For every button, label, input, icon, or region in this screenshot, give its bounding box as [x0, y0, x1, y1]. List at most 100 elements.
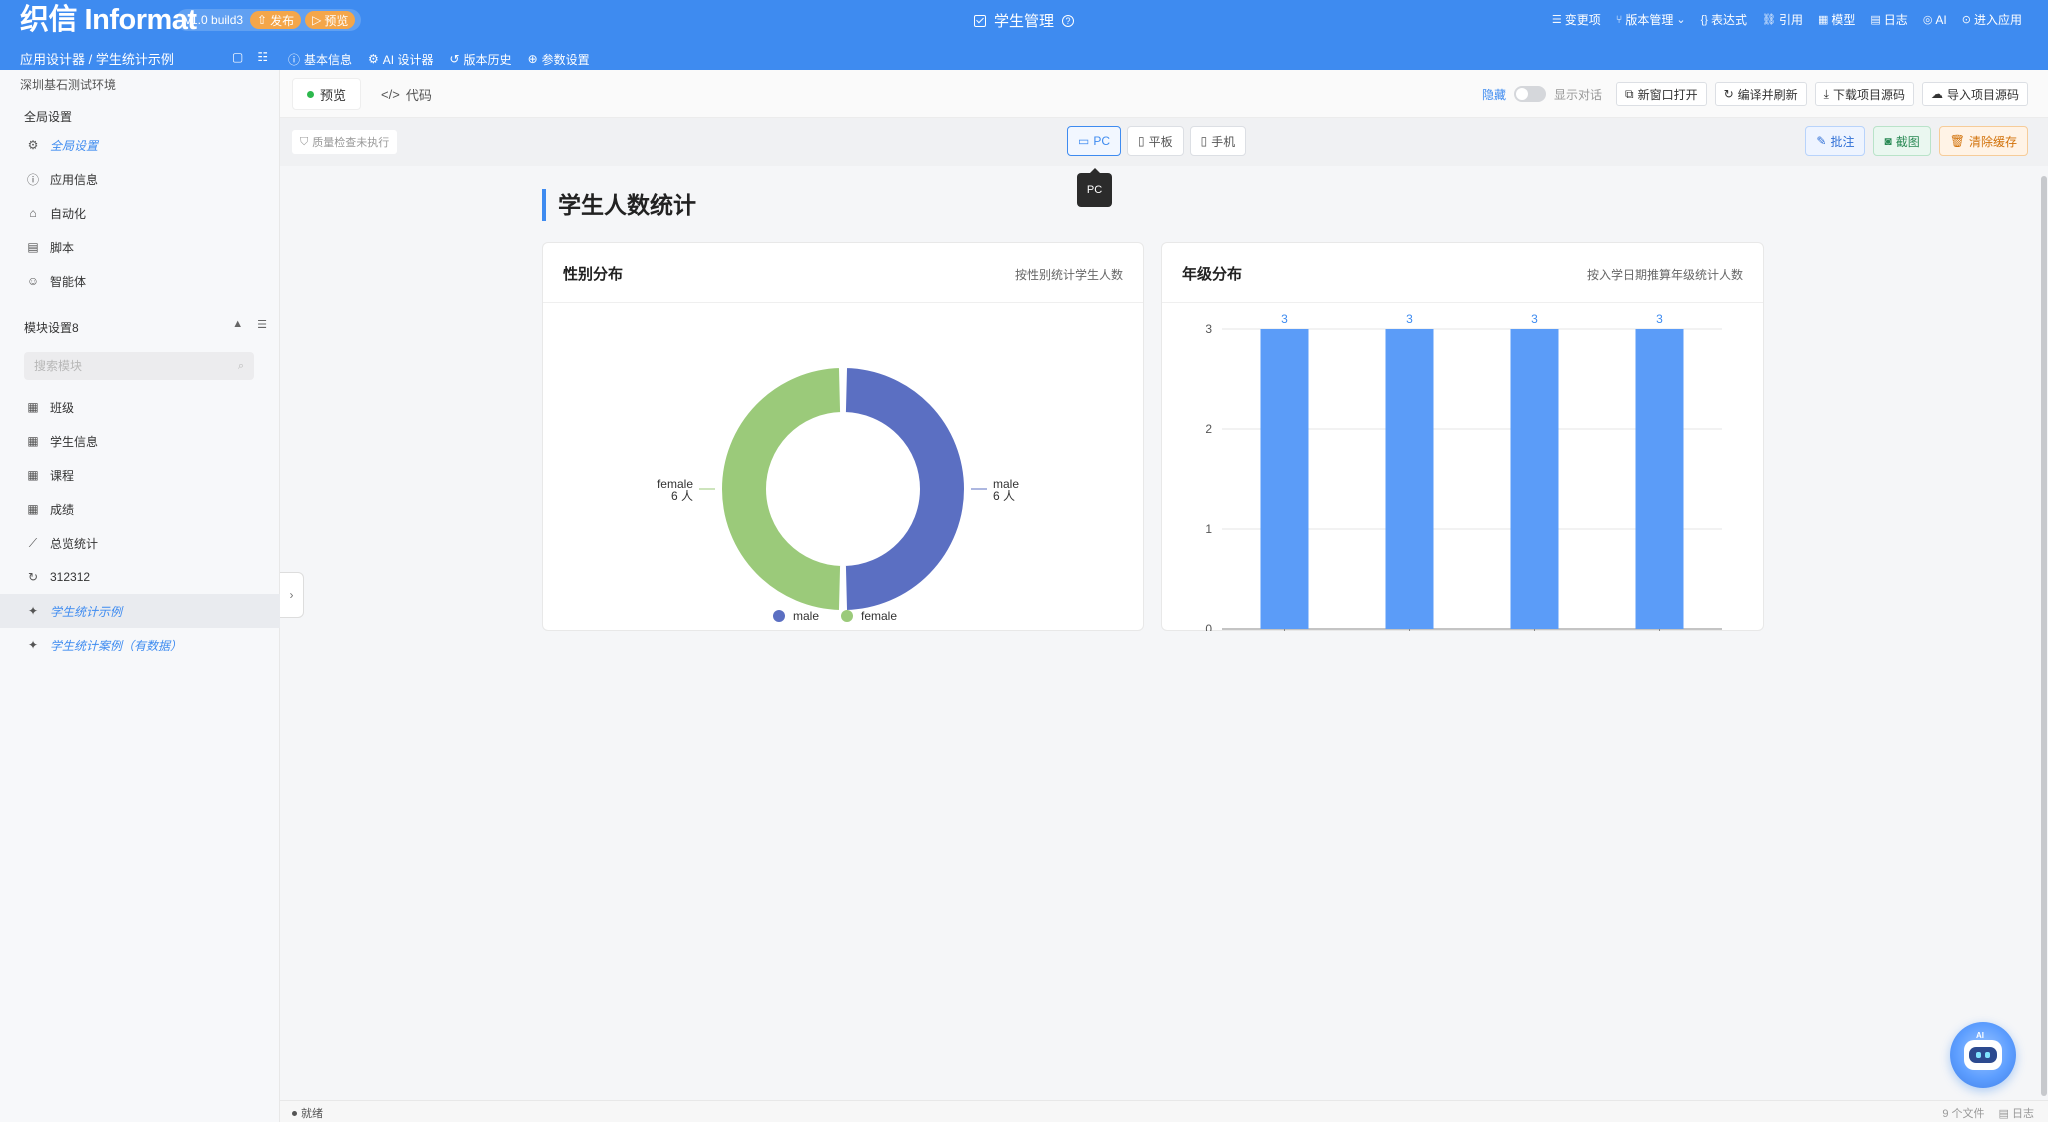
collapse-all-icon[interactable]: ▲ — [232, 318, 243, 331]
outline-icon[interactable]: ☷ — [257, 50, 268, 64]
changes-link[interactable]: ☰ 变更项 — [1552, 11, 1601, 28]
sidebar-item-course[interactable]: ▦ 课程 — [0, 458, 280, 492]
sidebar-item-grades[interactable]: ▦ 成绩 — [0, 492, 280, 526]
gender-card-subtitle: 按性别统计学生人数 — [1014, 268, 1123, 282]
import-source-button[interactable]: ☁ 导入项目源码 — [1921, 82, 2028, 106]
show-dialog-label: 显示对话 — [1553, 87, 1602, 102]
sidebar-item-student-stats-case[interactable]: ✦ 学生统计案例（有数据） — [0, 628, 280, 662]
phone-icon: ▯ — [1200, 134, 1208, 148]
bar-4年级 — [1635, 329, 1684, 629]
module-search-input[interactable] — [34, 359, 224, 373]
sidebar-item-global-settings[interactable]: ⚙ 全局设置 — [0, 128, 280, 162]
ai-assistant-button[interactable]: AI — [1950, 1022, 2016, 1088]
sidebar-item-312312[interactable]: ↻ 312312 — [0, 560, 280, 594]
device-pc-button[interactable]: ▭ PC — [1067, 126, 1122, 156]
trash-icon: 🗑 — [1949, 134, 1965, 148]
screenshot-button[interactable]: ◙ 截图 — [1873, 126, 1931, 156]
mode-tabs: 预览 </> 代码 — [292, 78, 446, 110]
bar-value-label: 3 — [1406, 312, 1413, 326]
reference-link[interactable]: ⛓ 引用 — [1762, 11, 1803, 28]
search-icon[interactable]: ⌕ — [238, 360, 244, 373]
enter-app-link[interactable]: ⊙ 进入应用 — [1962, 11, 2022, 28]
expression-link[interactable]: {} 表达式 — [1701, 11, 1747, 28]
sidebar-item-class[interactable]: ▦ 班级 — [0, 390, 280, 424]
help-icon[interactable]: ? — [1062, 14, 1074, 27]
tab-version-history[interactable]: ↺ 版本历史 — [449, 49, 511, 69]
app-header: 织信 Informat v1.0 build3 ⇧ 发布 ▷ 预览 学生管理 ? ☰… — [0, 0, 2048, 72]
tab-code[interactable]: </> 代码 — [367, 78, 446, 110]
sidebar-item-automation[interactable]: ⌂ 自动化 — [0, 196, 280, 230]
code-icon: </> — [381, 86, 400, 102]
cloud-upload-icon: ☁ — [1930, 87, 1943, 101]
open-new-window-button[interactable]: ⧉ 新窗口打开 — [1615, 82, 1707, 106]
gender-card-title: 性别分布 — [563, 266, 624, 283]
sidebar-toggle-button[interactable]: › — [280, 572, 304, 618]
sidebar-item-overview[interactable]: ⟋ 总览统计 — [0, 526, 280, 560]
robot-icon: AI — [1964, 1031, 2002, 1070]
clear-cache-button[interactable]: 🗑 清除缓存 — [1938, 126, 2028, 156]
module-settings-heading: 模块设置8 — [24, 321, 79, 335]
version-manage-link[interactable]: ⑂ 版本管理 ⌄ — [1616, 11, 1686, 28]
checkbox-icon — [973, 14, 986, 27]
hide-label[interactable]: 隐藏 — [1482, 86, 1506, 103]
quality-check-badge[interactable]: ⛉ 质量检查未执行 — [292, 130, 398, 154]
download-source-button[interactable]: ⤓ 下载项目源码 — [1814, 82, 1914, 106]
grade-card-title: 年级分布 — [1182, 266, 1243, 283]
grade-card-header: 年级分布 按入学日期推算年级统计人数 — [1162, 243, 1763, 303]
device-tooltip: PC — [1077, 168, 1112, 207]
sidebar-item-student-stats-example[interactable]: ✦ 学生统计示例 — [0, 594, 280, 628]
link-icon: ⛓ — [1761, 14, 1776, 26]
preview-canvas: 学生人数统计 性别分布 按性别统计学生人数 male 6 人 female 6 人 ma… — [280, 166, 2048, 1100]
legend-marker-male — [773, 610, 785, 622]
gender-card-header: 性别分布 按性别统计学生人数 — [543, 243, 1143, 303]
ai-link[interactable]: ◎ AI — [1923, 11, 1947, 28]
tablet-icon: ▯ — [1138, 134, 1145, 148]
bar-value-label: 3 — [1281, 312, 1288, 326]
device-phone-button[interactable]: ▯ 手机 — [1189, 126, 1247, 156]
legend-label-female: female — [861, 609, 897, 623]
sidebar: 深圳基石测试环境 全局设置 ⚙ 全局设置 ⓘ 应用信息 ⌂ 自动化 ▤ 脚本 ☺ 智能体 … — [0, 70, 280, 1122]
table-icon: ▦ — [27, 434, 39, 448]
sidebar-item-script[interactable]: ▤ 脚本 — [0, 230, 280, 264]
breadcrumb: 应用设计器 / 学生统计示例 — [20, 52, 174, 67]
preview-topbar: 预览 </> 代码 隐藏 显示对话 ⧉ 新窗口打开 ↻ 编译并刷新 ⤓ 下载项目源码 ☁… — [280, 70, 2048, 118]
sidebar-item-app-info[interactable]: ⓘ 应用信息 — [0, 162, 280, 196]
note-icon[interactable]: ▢ — [232, 50, 243, 64]
sidebar-item-agent[interactable]: ☺ 智能体 — [0, 264, 280, 298]
scroll-thumb[interactable] — [2041, 176, 2047, 1096]
status-bar: 就绪 9 个文件 ▤ 日志 — [280, 1100, 2048, 1122]
pie-label-value: 6 人 — [671, 489, 693, 503]
show-dialog-toggle[interactable] — [1513, 86, 1546, 102]
table-icon: ▦ — [1817, 14, 1829, 26]
status-log-link[interactable]: ▤ 日志 — [1999, 1105, 2034, 1121]
grade-card: 年级分布 按入学日期推算年级统计人数 人数012331年级32年级33年级34年… — [1161, 242, 1764, 631]
tab-basic-info[interactable]: ⓘ 基本信息 — [288, 49, 352, 69]
sidebar-item-student-info[interactable]: ▦ 学生信息 — [0, 424, 280, 458]
y-tick-label: 2 — [1205, 422, 1212, 436]
annotate-button[interactable]: ✎ 批注 — [1805, 126, 1866, 156]
tab-preview[interactable]: 预览 — [292, 78, 362, 110]
camera-icon: ◙ — [1884, 134, 1892, 148]
chevron-right-icon: › — [289, 588, 294, 602]
compile-refresh-button[interactable]: ↻ 编译并刷新 — [1714, 82, 1807, 106]
braces-icon: {} — [1700, 13, 1708, 26]
tab-ai-designer[interactable]: ⚙ AI 设计器 — [368, 49, 434, 72]
sort-icon[interactable]: ☰ — [257, 318, 267, 331]
ai-icon: ◎ — [1922, 14, 1933, 26]
grade-card-subtitle: 按入学日期推算年级统计人数 — [1586, 268, 1743, 282]
log-link[interactable]: ▤ 日志 — [1870, 11, 1907, 28]
model-link[interactable]: ▦ 模型 — [1818, 11, 1855, 28]
file-count[interactable]: 9 个文件 — [1942, 1105, 1984, 1121]
table-icon: ▦ — [27, 502, 39, 516]
tab-parameters[interactable]: ⊕ 参数设置 — [528, 49, 590, 69]
status-left: 就绪 — [292, 1105, 323, 1121]
y-tick-label: 1 — [1205, 522, 1212, 536]
bar-value-label: 3 — [1531, 312, 1538, 326]
header-nav: ☰ 变更项 ⑂ 版本管理 ⌄ {} 表达式 ⛓ 引用 ▦ 模型 ▤ 日志 ◎ AI ⊙ 进入应用 — [1552, 11, 2022, 28]
log-icon: ▤ — [1870, 14, 1881, 26]
device-tablet-button[interactable]: ▯ 平板 — [1127, 126, 1184, 156]
ai-badge: AI — [1976, 1031, 1984, 1040]
device-switcher: ▭ PC ▯ 平板 ▯ 手机 — [1067, 126, 1247, 156]
robot-icon: ⌂ — [29, 206, 37, 220]
canvas-scrollbar[interactable] — [2040, 166, 2048, 1100]
